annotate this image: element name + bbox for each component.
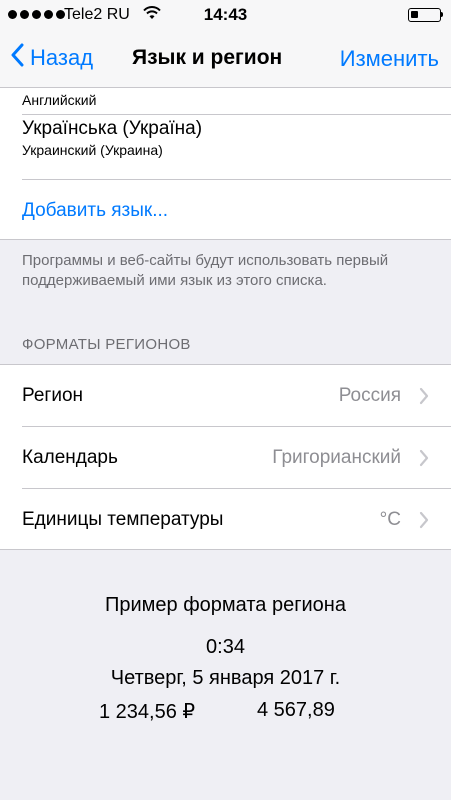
format-example-time: 0:34 bbox=[206, 636, 245, 658]
status-time: 14:43 bbox=[203, 5, 248, 24]
chevron-right-icon bbox=[419, 449, 429, 472]
row-value: Григорианский bbox=[272, 447, 401, 468]
language-list: Английский Українська (Україна) Украинск… bbox=[0, 88, 451, 240]
format-example-date: Четверг, 5 января 2017 г. bbox=[110, 667, 341, 689]
calendar-row[interactable]: Календарь Григорианский bbox=[0, 427, 451, 489]
battery-icon bbox=[408, 8, 443, 22]
format-example-number: 4 567,89 bbox=[257, 699, 335, 721]
chevron-right-icon bbox=[419, 387, 429, 410]
language-name: Українська (Україна) bbox=[22, 118, 203, 139]
row-value: Россия bbox=[338, 385, 401, 406]
chevron-right-icon bbox=[419, 511, 429, 534]
language-native-name: Украинский (Украина) bbox=[22, 142, 163, 158]
language-item-english[interactable]: Английский bbox=[22, 90, 451, 108]
navigation-bar: Назад Язык и регион Изменить bbox=[0, 30, 451, 88]
back-button[interactable]: Назад bbox=[10, 43, 93, 73]
edit-button[interactable]: Изменить bbox=[340, 46, 439, 72]
region-formats-header: ФОРМАТЫ РЕГИОНОВ bbox=[22, 336, 191, 353]
format-example-currency: 1 234,56 ₽ bbox=[99, 701, 196, 723]
back-label: Назад bbox=[30, 45, 94, 70]
language-note: Программы и веб-сайты будут использовать… bbox=[22, 252, 389, 289]
row-label: Единицы температуры bbox=[22, 509, 224, 530]
language-native-name: Английский bbox=[22, 92, 97, 108]
add-language-button[interactable]: Добавить язык... bbox=[22, 200, 168, 222]
divider bbox=[22, 179, 451, 180]
page-title: Язык и регион bbox=[132, 46, 283, 69]
row-value: °C bbox=[379, 509, 401, 530]
status-bar: Tele2 RU 14:43 bbox=[0, 0, 451, 30]
region-row[interactable]: Регион Россия bbox=[0, 365, 451, 427]
chevron-left-icon bbox=[10, 43, 24, 73]
row-label: Календарь bbox=[22, 447, 118, 468]
language-item-ukrainian[interactable]: Українська (Україна) Украинский (Украина… bbox=[22, 118, 451, 180]
row-label: Регион bbox=[22, 385, 84, 406]
temperature-units-row[interactable]: Единицы температуры °C bbox=[0, 489, 451, 551]
divider bbox=[22, 114, 451, 115]
format-example-title: Пример формата региона bbox=[105, 594, 346, 616]
region-formats-list: Регион Россия Календарь Григорианский Ед… bbox=[0, 364, 451, 550]
